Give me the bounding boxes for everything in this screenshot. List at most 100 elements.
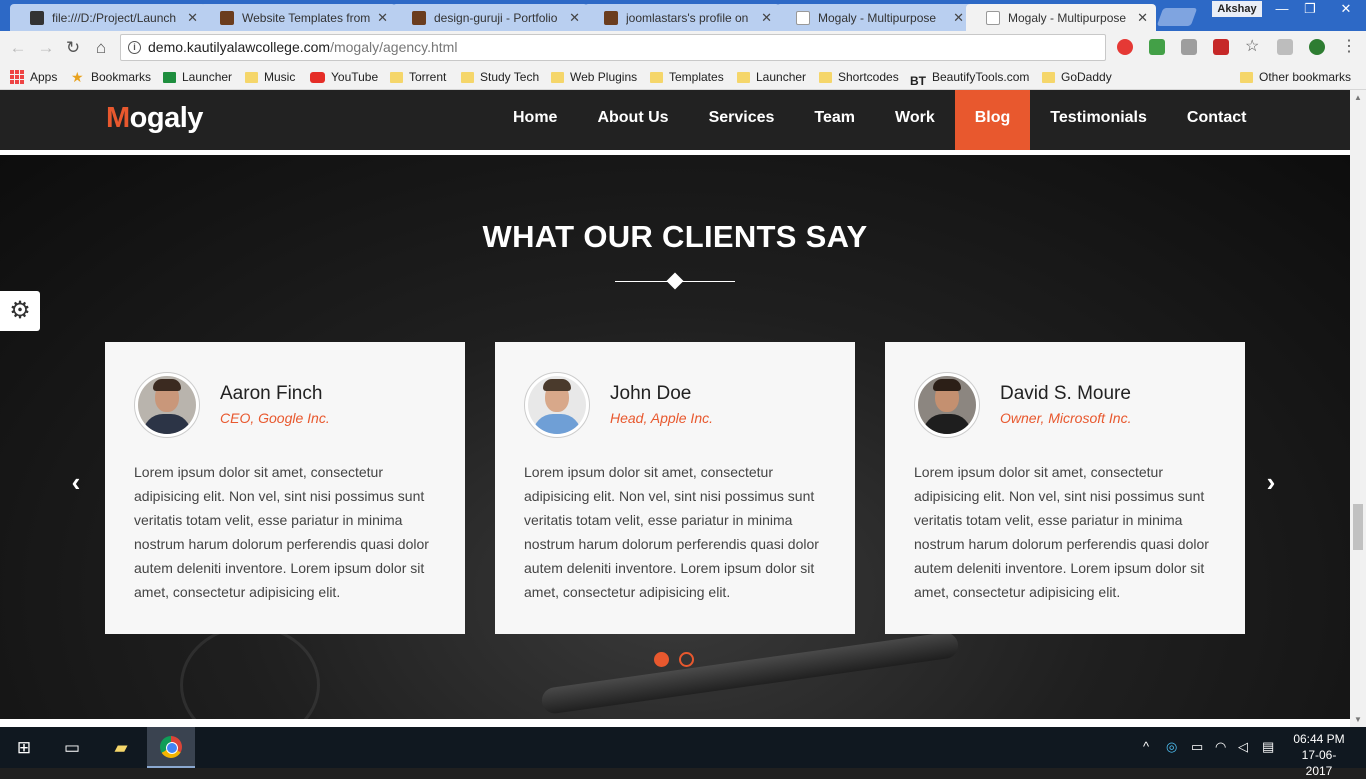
bookmark-item[interactable]: GoDaddy [1042, 68, 1112, 86]
reload-icon[interactable]: ↻ [62, 37, 84, 59]
bookmark-item[interactable]: YouTube [310, 68, 378, 86]
chevron-left-icon[interactable]: ‹ [64, 467, 88, 497]
nav-blog[interactable]: Blog [954, 90, 1031, 150]
testimonial-card: Aaron Finch CEO, Google Inc. Lorem ipsum… [105, 342, 465, 634]
close-tab-icon[interactable]: ✕ [569, 10, 580, 26]
chevron-right-icon[interactable]: › [1259, 467, 1283, 497]
browser-tab-active[interactable]: Mogaly - Multipurpose ✕ [966, 4, 1156, 31]
testimonial-card: John Doe Head, Apple Inc. Lorem ipsum do… [495, 342, 855, 634]
wifi-icon[interactable]: ◠ [1215, 739, 1226, 755]
close-tab-icon[interactable]: ✕ [953, 10, 964, 26]
volume-icon[interactable]: ◁ [1238, 739, 1248, 755]
folder-icon [1240, 71, 1253, 83]
home-icon[interactable]: ⌂ [90, 37, 112, 59]
testimonials-section: WHAT OUR CLIENTS SAY ‹ › Aaron Finch CEO… [0, 155, 1350, 719]
browser-tab[interactable]: Website Templates from ✕ [200, 4, 396, 31]
nav-work[interactable]: Work [875, 90, 955, 150]
bookmark-item[interactable]: Templates [650, 68, 724, 86]
extension-icon[interactable] [1181, 39, 1197, 55]
client-name: John Doe [610, 383, 692, 404]
browser-tab[interactable]: file:///D:/Project/Launch ✕ [10, 4, 206, 31]
site-favicon-icon [412, 10, 426, 25]
nav-about-us[interactable]: About Us [577, 90, 688, 150]
nav-testimonials[interactable]: Testimonials [1030, 90, 1167, 150]
section-title: WHAT OUR CLIENTS SAY [482, 219, 868, 254]
client-name: Aaron Finch [220, 383, 323, 404]
diamond-icon [666, 272, 684, 290]
bookmark-item[interactable]: Shortcodes [819, 68, 899, 86]
extension-icon[interactable] [1213, 39, 1229, 55]
other-bookmarks[interactable]: Other bookmarks [1240, 68, 1351, 86]
close-window-icon[interactable]: ✕ [1326, 0, 1366, 20]
extension-icon[interactable] [1309, 39, 1325, 55]
minimize-icon[interactable]: — [1268, 0, 1296, 20]
site-logo[interactable]: Mogaly [106, 102, 203, 135]
nav-home[interactable]: Home [493, 90, 577, 150]
profile-button[interactable]: Akshay [1212, 1, 1262, 17]
bookmark-item[interactable]: Web Plugins [551, 68, 637, 86]
info-icon[interactable]: i [128, 41, 141, 54]
nav-team[interactable]: Team [794, 90, 875, 150]
close-tab-icon[interactable]: ✕ [761, 10, 772, 26]
star-bookmark-icon[interactable]: ☆ [1245, 39, 1261, 55]
browser-tab[interactable]: Mogaly - Multipurpose ✕ [776, 4, 972, 31]
menu-dots-icon[interactable]: ⋮ [1341, 39, 1357, 55]
back-arrow-icon[interactable]: ← [7, 37, 29, 59]
extension-icon[interactable] [1117, 39, 1133, 55]
sync-icon[interactable]: ◎ [1166, 739, 1177, 755]
site-navbar: Mogaly Home About Us Services Team Work … [0, 90, 1350, 150]
address-bar[interactable]: i demo.kautilyalawcollege.com/mogaly/agen… [120, 34, 1106, 61]
avatar [134, 372, 200, 438]
chrome-taskbar-icon[interactable] [147, 727, 195, 768]
bookmark-item[interactable]: Torrent [390, 68, 446, 86]
divider [0, 719, 1350, 727]
taskbar-clock[interactable]: 06:44 PM 17-06-2017 [1290, 731, 1348, 779]
new-tab-button[interactable] [1156, 8, 1198, 26]
nav-contact[interactable]: Contact [1167, 90, 1267, 150]
bookmark-item[interactable]: ★ Bookmarks [71, 68, 151, 86]
nav-services[interactable]: Services [689, 90, 795, 150]
testimonial-card: David S. Moure Owner, Microsoft Inc. Lor… [885, 342, 1245, 634]
folder-icon [461, 71, 474, 83]
close-tab-icon[interactable]: ✕ [187, 10, 198, 26]
page-scrollbar[interactable]: ▲ ▼ [1350, 90, 1366, 727]
shield-extension-icon[interactable] [1149, 39, 1165, 55]
browser-tab[interactable]: design-guruji - Portfolio ✕ [392, 4, 588, 31]
folder-icon [650, 71, 663, 83]
restore-icon[interactable]: ❐ [1296, 0, 1324, 20]
bookmark-item[interactable]: Launcher [163, 68, 232, 86]
carousel-dot[interactable] [679, 652, 694, 667]
client-role: CEO, Google Inc. [220, 410, 330, 426]
bookmark-item[interactable]: Music [245, 68, 295, 86]
bookmark-item[interactable]: Study Tech [461, 68, 539, 86]
scroll-up-icon[interactable]: ▲ [1354, 93, 1362, 102]
carousel-dot-active[interactable] [654, 652, 669, 667]
testimonial-text: Lorem ipsum dolor sit amet, consectetur … [134, 464, 429, 600]
main-menu: Home About Us Services Team Work Blog Te… [493, 90, 1266, 150]
task-view-icon[interactable]: ▭ [48, 727, 96, 768]
star-icon: ★ [71, 69, 84, 85]
close-tab-icon[interactable]: ✕ [1137, 10, 1148, 26]
extension-icon[interactable] [1277, 39, 1293, 55]
windows-taskbar: ⊞ ▭ ▰ ^ ◎ ▭ ◠ ◁ 06:44 PM 17-06-2017 ▤ [0, 727, 1366, 778]
notification-icon[interactable]: ▤ [1262, 739, 1274, 755]
client-name: David S. Moure [1000, 383, 1131, 404]
browser-tab[interactable]: joomlastars's profile on ✕ [584, 4, 780, 31]
gear-icon[interactable]: ⚙ [0, 291, 40, 331]
folder-icon [1042, 71, 1055, 83]
chevron-up-icon[interactable]: ^ [1143, 739, 1149, 754]
forward-arrow-icon[interactable]: → [35, 37, 57, 59]
client-role: Owner, Microsoft Inc. [1000, 410, 1132, 426]
page-icon [986, 10, 1000, 25]
battery-icon[interactable]: ▭ [1191, 739, 1203, 755]
youtube-icon [310, 71, 325, 83]
close-tab-icon[interactable]: ✕ [377, 10, 388, 26]
bookmark-apps[interactable]: Apps [10, 68, 57, 86]
bookmark-item[interactable]: Launcher [737, 68, 806, 86]
windows-start-icon[interactable]: ⊞ [0, 727, 48, 768]
scroll-down-icon[interactable]: ▼ [1354, 715, 1362, 724]
file-explorer-icon[interactable]: ▰ [97, 727, 145, 768]
bookmark-item[interactable]: BT BeautifyTools.com [910, 68, 1029, 88]
folder-icon [390, 71, 403, 83]
scrollbar-thumb[interactable] [1353, 504, 1363, 550]
